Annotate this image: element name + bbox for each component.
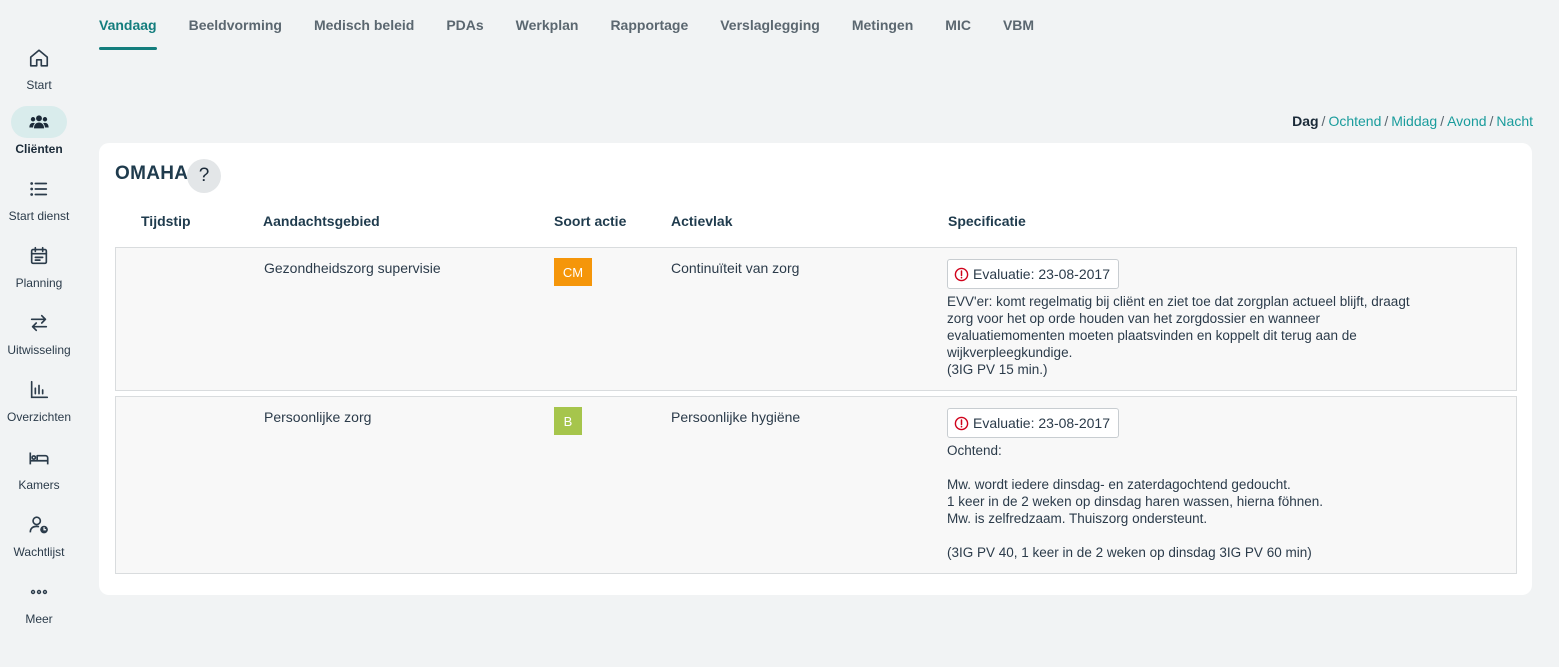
evaluation-label: Evaluatie: 23-08-2017	[973, 266, 1110, 282]
sidebar-item-label: Start	[26, 78, 52, 92]
row-field: Persoonlijke hygiëne	[671, 409, 801, 425]
sidebar-item-label: Wachtlijst	[13, 545, 65, 559]
omaha-card: OMAHA ? Tijdstip Aandachtsgebied Soort a…	[99, 143, 1532, 595]
bed-icon	[11, 442, 67, 474]
daypart-separator: /	[1384, 113, 1389, 129]
alert-icon	[954, 416, 969, 430]
sidebar-item-label: Meer	[25, 612, 53, 626]
column-header-specificatie: Specificatie	[948, 213, 1026, 229]
waitlist-icon	[11, 509, 67, 541]
chart-icon	[11, 374, 67, 406]
spec-line: EVV'er: komt regelmatig bij cliënt en zi…	[947, 294, 1410, 309]
sidebar-item-label: Cliënten	[15, 142, 63, 156]
more-icon	[11, 576, 67, 608]
spec-line: Ochtend:	[947, 443, 1002, 458]
daypart-separator: /	[1489, 113, 1494, 129]
tab-vandaag[interactable]: Vandaag	[99, 0, 157, 50]
column-header-actievlak: Actievlak	[671, 213, 733, 229]
sidebar: Start Cliënten Start dienst Planning Uit…	[0, 0, 78, 667]
tab-rapportage[interactable]: Rapportage	[610, 0, 688, 50]
specification-text: Ochtend: Mw. wordt iedere dinsdag- en za…	[947, 442, 1323, 561]
column-header-soort-actie: Soort actie	[554, 213, 627, 229]
spec-line: (3IG PV 15 min.)	[947, 362, 1048, 377]
action-badge: CM	[554, 258, 592, 286]
column-header-tijdstip: Tijdstip	[141, 213, 191, 229]
sidebar-item-label: Kamers	[18, 478, 60, 492]
sidebar-item-label: Overzichten	[6, 410, 72, 424]
spec-line: wijkverpleegkundige.	[947, 345, 1073, 360]
sidebar-item-meer[interactable]: Meer	[0, 576, 78, 636]
row-area: Gezondheidszorg supervisie	[264, 260, 441, 276]
sidebar-item-label: Start dienst	[8, 209, 70, 223]
evaluation-chip[interactable]: Evaluatie: 23-08-2017	[947, 408, 1119, 438]
daypart-separator: /	[1321, 113, 1326, 129]
table-row[interactable]: Gezondheidszorg supervisie CM Continuïte…	[115, 247, 1517, 391]
tab-beeldvorming[interactable]: Beeldvorming	[189, 0, 282, 50]
help-button[interactable]: ?	[187, 159, 221, 193]
sidebar-item-wachtlijst[interactable]: Wachtlijst	[0, 509, 78, 569]
evaluation-chip[interactable]: Evaluatie: 23-08-2017	[947, 259, 1119, 289]
list-icon	[11, 173, 67, 205]
action-badge: B	[554, 407, 582, 435]
alert-icon	[954, 267, 969, 281]
spec-line: Mw. is zelfredzaam. Thuiszorg ondersteun…	[947, 511, 1208, 526]
evaluation-label: Evaluatie: 23-08-2017	[973, 415, 1110, 431]
row-area: Persoonlijke zorg	[264, 409, 372, 425]
tab-verslaglegging[interactable]: Verslaglegging	[720, 0, 820, 50]
calendar-icon	[11, 240, 67, 272]
tab-werkplan[interactable]: Werkplan	[516, 0, 579, 50]
table-row[interactable]: Persoonlijke zorg B Persoonlijke hygiëne…	[115, 396, 1517, 574]
spec-line	[947, 459, 1323, 476]
row-field: Continuïteit van zorg	[671, 260, 800, 276]
daypart-link-avond[interactable]: Avond	[1447, 113, 1486, 129]
home-icon	[11, 42, 67, 74]
sidebar-item-uitwisseling[interactable]: Uitwisseling	[0, 307, 78, 367]
exchange-icon	[11, 307, 67, 339]
sidebar-item-label: Uitwisseling	[7, 343, 71, 357]
card-title: OMAHA	[115, 163, 189, 184]
sidebar-item-label: Planning	[15, 276, 63, 290]
tab-medisch-beleid[interactable]: Medisch beleid	[314, 0, 414, 50]
clients-icon	[11, 106, 67, 138]
sidebar-item-start[interactable]: Start	[0, 42, 78, 102]
sidebar-item-start-dienst[interactable]: Start dienst	[0, 173, 78, 233]
spec-line: evaluatiemomenten moeten plaatsvinden en…	[947, 328, 1357, 343]
daypart-current: Dag	[1292, 113, 1319, 129]
daypart-link-ochtend[interactable]: Ochtend	[1328, 113, 1381, 129]
daypart-separator: /	[1440, 113, 1445, 129]
sidebar-item-overzichten[interactable]: Overzichten	[0, 374, 78, 434]
tab-mic[interactable]: MIC	[945, 0, 971, 50]
sidebar-item-planning[interactable]: Planning	[0, 240, 78, 300]
tab-pdas[interactable]: PDAs	[446, 0, 483, 50]
tab-vbm[interactable]: VBM	[1003, 0, 1034, 50]
tab-bar: Vandaag Beeldvorming Medisch beleid PDAs…	[99, 0, 1066, 52]
sidebar-item-clienten[interactable]: Cliënten	[0, 106, 78, 166]
spec-line: (3IG PV 40, 1 keer in de 2 weken op dins…	[947, 545, 1312, 560]
spec-line	[947, 527, 1323, 544]
daypart-link-middag[interactable]: Middag	[1391, 113, 1437, 129]
daypart-link-nacht[interactable]: Nacht	[1496, 113, 1533, 129]
tab-metingen[interactable]: Metingen	[852, 0, 913, 50]
spec-line: Mw. wordt iedere dinsdag- en zaterdagoch…	[947, 477, 1291, 492]
spec-line: 1 keer in de 2 weken op dinsdag haren wa…	[947, 494, 1324, 509]
column-header-aandachtsgebied: Aandachtsgebied	[263, 213, 380, 229]
spec-line: zorg voor het op orde houden van het zor…	[947, 311, 1320, 326]
sidebar-item-kamers[interactable]: Kamers	[0, 442, 78, 502]
specification-text: EVV'er: komt regelmatig bij cliënt en zi…	[947, 293, 1410, 378]
daypart-selector: Dag / Ochtend / Middag / Avond / Nacht	[1292, 113, 1533, 129]
